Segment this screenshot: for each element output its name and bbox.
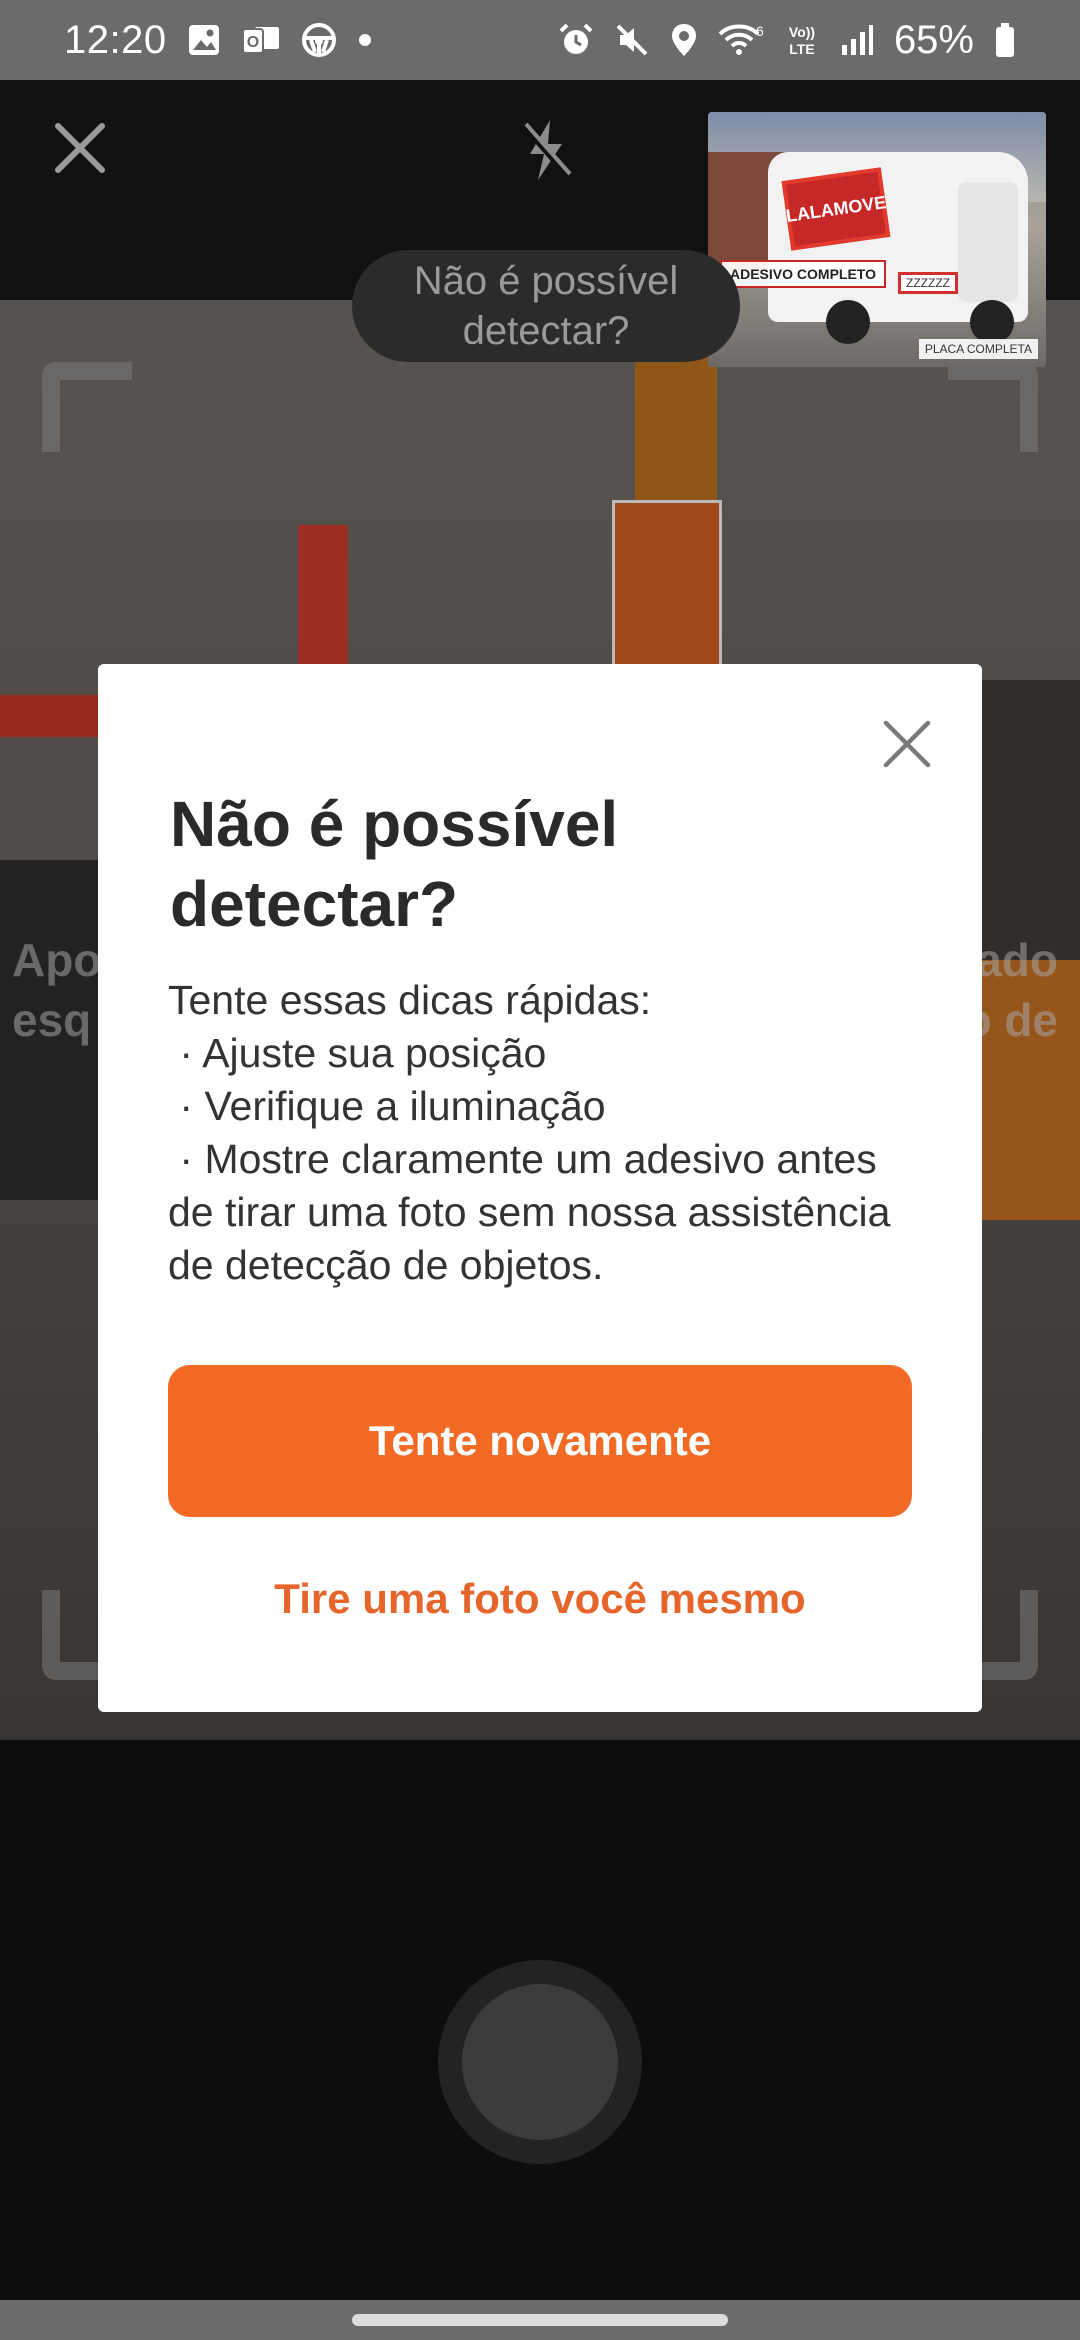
dialog-close-button[interactable] [882, 719, 932, 769]
location-icon [670, 22, 698, 58]
dialog-tip-sticker: · Mostre claramente um adesivo antes de … [168, 1136, 902, 1288]
mute-icon [614, 22, 650, 58]
detect-help-text: Não é possível detectar? [413, 259, 679, 353]
dot-icon [357, 32, 373, 48]
flash-off-icon [521, 120, 572, 180]
status-time: 12:20 [64, 17, 167, 62]
try-again-button[interactable]: Tente novamente [168, 1365, 912, 1517]
svg-text:6: 6 [756, 23, 764, 39]
outlook-icon: O [241, 23, 281, 57]
thumb-wheel [970, 300, 1014, 344]
thumb-van-front [958, 182, 1018, 302]
detect-help-pill[interactable]: Não é possível detectar? [352, 250, 740, 362]
dialog-tip-position: · Ajuste sua posição [168, 1030, 547, 1076]
steering-wheel-icon [301, 22, 337, 58]
thumb-wheel [826, 300, 870, 344]
battery-icon [994, 22, 1016, 58]
status-right: 6 Vo)) LTE 65% [558, 18, 1016, 63]
dialog-title: Não é possível detectar? [170, 788, 619, 940]
battery-percent: 65% [893, 17, 974, 62]
signal-icon [840, 23, 874, 57]
close-icon [883, 720, 931, 768]
flash-toggle-button[interactable] [520, 118, 572, 182]
dialog-intro: Tente essas dicas rápidas: [168, 977, 652, 1023]
status-bar: 12:20 O 6 Vo)) LTE 65% [0, 0, 1080, 80]
shutter-button-inner[interactable] [462, 1984, 618, 2140]
gallery-icon [187, 23, 221, 57]
dialog-tip-lighting: · Verifique a iluminação [168, 1083, 606, 1129]
thumb-plate: ZZZZZZ [898, 272, 958, 294]
svg-text:Vo)): Vo)) [789, 24, 815, 40]
thumb-plate-label: PLACA COMPLETA [918, 339, 1038, 359]
wifi-6-icon: 6 [718, 22, 764, 58]
close-icon [55, 123, 105, 173]
screen: 12:20 O 6 Vo)) LTE 65% Apo esq ado de LA… [0, 0, 1080, 2340]
reference-example-thumbnail[interactable]: LALAMOVE ADESIVO COMPLETO ZZZZZZ PLACA C… [708, 112, 1046, 367]
home-indicator[interactable] [352, 2314, 728, 2326]
close-camera-button[interactable] [50, 118, 110, 178]
thumb-sticker-label: ADESIVO COMPLETO [720, 260, 886, 288]
volte-icon: Vo)) LTE [784, 22, 820, 58]
svg-text:LTE: LTE [789, 41, 814, 57]
dialog-body: Tente essas dicas rápidas: · Ajuste sua … [168, 974, 928, 1292]
thumb-logo: LALAMOVE [781, 167, 891, 251]
detection-help-dialog: Não é possível detectar? Tente essas dic… [98, 664, 982, 1712]
alarm-icon [558, 22, 594, 58]
take-photo-yourself-button[interactable]: Tire uma foto você mesmo [168, 1559, 912, 1639]
status-left: 12:20 O [64, 18, 373, 63]
svg-text:O: O [246, 34, 258, 51]
